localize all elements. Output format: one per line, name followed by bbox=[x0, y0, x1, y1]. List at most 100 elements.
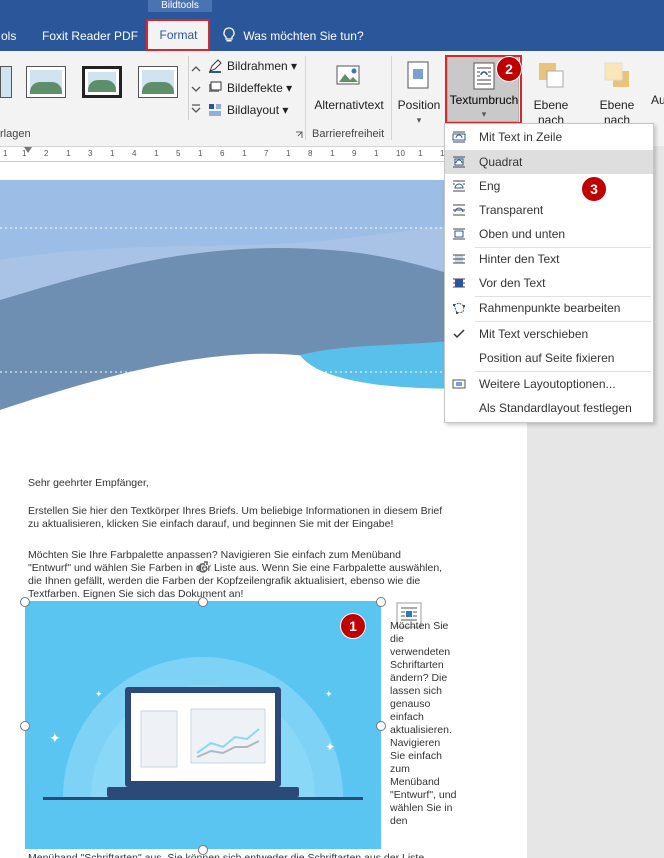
tab-foxit-reader-pdf[interactable]: Foxit Reader PDF bbox=[35, 22, 145, 50]
ruler-tick-label: 1 bbox=[198, 149, 203, 158]
ruler-tick-label: 1 bbox=[110, 149, 115, 158]
picture-style-thumb-3[interactable] bbox=[138, 66, 178, 98]
menu-item-in-front-of-text[interactable]: Vor den Text bbox=[445, 271, 653, 295]
menu-item-top-bottom[interactable]: Oben und unten bbox=[445, 222, 653, 246]
group-label-accessibility: Barrierefreiheit bbox=[312, 128, 385, 140]
menu-item-more-layout-options[interactable]: Weitere Layoutoptionen... bbox=[445, 372, 653, 396]
ruler-tick-label: 2 bbox=[44, 149, 49, 158]
resize-handle-top-right[interactable] bbox=[376, 597, 386, 607]
ruler-tick-label: 9 bbox=[352, 149, 357, 158]
pencil-icon bbox=[209, 59, 222, 73]
menu-item-tight[interactable]: Eng bbox=[445, 174, 653, 198]
layout-icon bbox=[209, 104, 221, 116]
ruler-tick-label: 5 bbox=[176, 149, 181, 158]
group-separator bbox=[305, 56, 306, 140]
context-group-label: Bildtools bbox=[148, 0, 212, 12]
menu-item-move-with-text[interactable]: Mit Text verschieben bbox=[445, 322, 653, 346]
ruler-tick-label: 1 bbox=[3, 149, 8, 158]
ruler-tick-label: 1 bbox=[154, 149, 159, 158]
menu-item-edit-wrap-points[interactable]: Rahmenpunkte bearbeiten bbox=[445, 296, 653, 320]
tell-me-label: Was möchten Sie tun? bbox=[243, 29, 364, 43]
resize-handle-top[interactable] bbox=[198, 597, 208, 607]
wrap-points-icon bbox=[453, 302, 465, 314]
position-label: Position bbox=[397, 98, 441, 112]
menu-item-fix-position[interactable]: Position auf Seite fixieren bbox=[445, 346, 653, 370]
menu-item-behind-text[interactable]: Hinter den Text bbox=[445, 247, 653, 271]
ruler-tick-label: 6 bbox=[220, 149, 225, 158]
wrapped-side-text: Möchten Sie die verwendeten Schriftarten änd… bbox=[390, 620, 457, 827]
svg-text:✦: ✦ bbox=[49, 730, 61, 746]
step-badge-2: 2 bbox=[496, 56, 522, 82]
selected-image[interactable]: ✦ ✦ ✦ ✦ bbox=[25, 601, 381, 849]
tab-tools[interactable]: ols bbox=[0, 22, 23, 50]
highlight-frame-format bbox=[146, 19, 210, 51]
indent-marker[interactable] bbox=[24, 147, 32, 153]
scroll-up-icon[interactable] bbox=[189, 62, 203, 76]
ruler-tick-label: 1 bbox=[418, 149, 423, 158]
picture-effects-button[interactable]: Bildeffekte ▾ bbox=[208, 78, 292, 98]
body-paragraph-2: Möchten Sie Ihre Farbpalette anpassen? N… bbox=[28, 549, 443, 600]
laptop-illustration: ✦ ✦ ✦ ✦ bbox=[25, 601, 381, 849]
position-button[interactable]: Position ▾ bbox=[394, 56, 444, 125]
ruler-tick-label: 7 bbox=[264, 149, 269, 158]
ruler-tick-label: 1 bbox=[66, 149, 71, 158]
picture-style-thumb-0[interactable] bbox=[0, 66, 12, 98]
rotate-handle-icon[interactable] bbox=[195, 560, 211, 576]
scroll-down-icon[interactable] bbox=[189, 82, 203, 96]
styles-scroller[interactable] bbox=[188, 56, 203, 120]
tell-me-box[interactable]: Was möchten Sie tun? bbox=[222, 22, 364, 50]
step-badge-1: 1 bbox=[340, 613, 366, 639]
ruler-tick-label: 1 bbox=[330, 149, 335, 158]
step-badge-3: 3 bbox=[581, 176, 607, 202]
wrap-square-icon bbox=[453, 156, 465, 168]
picture-border-button[interactable]: Bildrahmen ▾ bbox=[208, 56, 297, 76]
alt-text-label: Alternativtext bbox=[314, 98, 384, 112]
ruler-tick-label: 3 bbox=[88, 149, 93, 158]
body-paragraph-1: Erstellen Sie hier den Textkörper Ihres … bbox=[28, 505, 443, 530]
menu-item-inline[interactable]: Mit Text in Zeile bbox=[445, 125, 653, 149]
alt-text-icon bbox=[336, 65, 360, 85]
layout-options-small-icon bbox=[452, 379, 466, 389]
send-backward-button[interactable]: Ebene nach hinten bbox=[585, 56, 649, 142]
wrap-tight-icon bbox=[453, 180, 465, 192]
send-backward-icon bbox=[604, 62, 629, 87]
dialog-launcher-icon[interactable] bbox=[295, 131, 303, 139]
more-styles-icon[interactable] bbox=[189, 102, 203, 116]
alt-text-button[interactable]: Alternativtext bbox=[310, 56, 388, 124]
bring-forward-icon bbox=[539, 63, 564, 88]
picture-layout-button[interactable]: Bildlayout ▾ bbox=[208, 100, 288, 120]
align-button-partial[interactable]: Au bbox=[651, 93, 664, 107]
group-separator bbox=[391, 56, 392, 140]
ruler-tick-label: 8 bbox=[308, 149, 313, 158]
lightbulb-icon bbox=[223, 27, 235, 42]
picture-style-thumb-2[interactable] bbox=[82, 66, 122, 98]
wrap-inline-icon bbox=[452, 131, 466, 143]
resize-handle-right[interactable] bbox=[376, 721, 386, 731]
menu-item-square[interactable]: Quadrat bbox=[445, 150, 653, 174]
svg-text:✦: ✦ bbox=[95, 689, 103, 699]
svg-text:✦: ✦ bbox=[325, 689, 333, 699]
wrap-front-icon bbox=[453, 278, 465, 288]
svg-text:✦: ✦ bbox=[325, 740, 335, 754]
wrap-top-bottom-icon bbox=[453, 228, 465, 240]
wrap-through-icon bbox=[453, 204, 465, 216]
body-bottom-line: Menüband "Schriftarten" aus. Sie können … bbox=[28, 852, 425, 858]
ruler-tick-label: 4 bbox=[132, 149, 137, 158]
wrap-text-dropdown: Mit Text in Zeile Quadrat Eng Transparen… bbox=[444, 123, 654, 423]
resize-handle-top-left[interactable] bbox=[20, 597, 30, 607]
ruler-tick-label: 1 bbox=[374, 149, 379, 158]
wrap-behind-icon bbox=[453, 254, 465, 264]
ruler-tick-label: 1 bbox=[286, 149, 291, 158]
position-icon bbox=[407, 61, 429, 89]
resize-handle-left[interactable] bbox=[20, 721, 30, 731]
greeting-line: Sehr geehrter Empfänger, bbox=[28, 477, 149, 489]
ruler-tick-label: 1 bbox=[242, 149, 247, 158]
menu-item-set-default-layout[interactable]: Als Standardlayout festlegen bbox=[445, 396, 653, 420]
group-label-styles: rlagen bbox=[0, 128, 31, 140]
picture-style-thumb-1[interactable] bbox=[26, 66, 66, 98]
ruler-tick-label: 10 bbox=[396, 149, 405, 158]
bring-forward-button[interactable]: Ebene nach vorne bbox=[520, 56, 582, 142]
menu-item-through[interactable]: Transparent bbox=[445, 198, 653, 222]
effects-icon bbox=[209, 81, 222, 92]
checkmark-icon bbox=[453, 329, 465, 339]
